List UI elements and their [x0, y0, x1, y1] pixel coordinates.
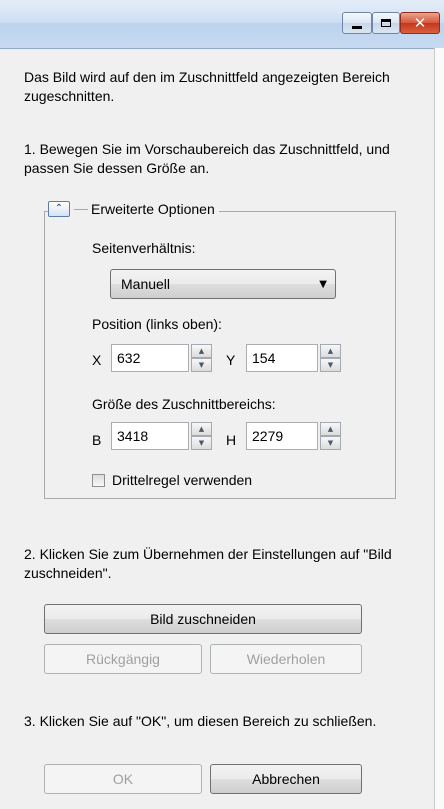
- spin-up-icon[interactable]: ▲: [320, 422, 341, 436]
- collapse-icon[interactable]: ⌃: [48, 201, 70, 217]
- spin-down-icon[interactable]: ▼: [191, 436, 212, 450]
- size-label: Größe des Zuschnittbereichs:: [92, 396, 276, 412]
- advanced-options-title: Erweiterte Optionen: [91, 201, 215, 217]
- width-spinner[interactable]: ▲ ▼: [191, 422, 212, 450]
- width-input[interactable]: 3418: [111, 422, 189, 450]
- step2-text: 2. Klicken Sie zum Übernehmen der Einste…: [24, 546, 392, 581]
- chevron-down-icon: ▼: [319, 279, 327, 290]
- width-label: B: [92, 432, 102, 448]
- x-input[interactable]: 632: [111, 344, 189, 372]
- crop-button[interactable]: Bild zuschneiden: [44, 604, 362, 634]
- close-icon: ✕: [413, 13, 427, 32]
- minimize-button[interactable]: [342, 12, 372, 34]
- step1-text: 1. Bewegen Sie im Vorschaubereich das Zu…: [24, 141, 390, 176]
- cancel-button[interactable]: Abbrechen: [210, 764, 362, 794]
- legend-divider: [74, 208, 88, 210]
- maximize-button[interactable]: [372, 12, 400, 34]
- position-label: Position (links oben):: [92, 316, 222, 332]
- spin-up-icon[interactable]: ▲: [191, 422, 212, 436]
- y-label: Y: [226, 352, 236, 368]
- undo-button[interactable]: Rückgängig: [44, 644, 202, 674]
- minimize-icon: [352, 25, 362, 29]
- y-spinner[interactable]: ▲ ▼: [320, 344, 341, 372]
- maximize-icon: [381, 19, 391, 27]
- x-label: X: [92, 352, 102, 368]
- close-button[interactable]: ✕: [400, 12, 440, 34]
- redo-button[interactable]: Wiederholen: [210, 644, 362, 674]
- height-input[interactable]: 2279: [246, 422, 318, 450]
- spin-down-icon[interactable]: ▼: [320, 436, 341, 450]
- spin-up-icon[interactable]: ▲: [320, 344, 341, 358]
- spin-down-icon[interactable]: ▼: [191, 358, 212, 372]
- x-spinner[interactable]: ▲ ▼: [191, 344, 212, 372]
- aspect-ratio-value: Manuell: [121, 276, 171, 292]
- height-spinner[interactable]: ▲ ▼: [320, 422, 341, 450]
- thirds-checkbox[interactable]: [92, 474, 105, 487]
- intro-text: Das Bild wird auf den im Zuschnittfeld a…: [24, 69, 390, 104]
- aspect-ratio-label: Seitenverhältnis:: [92, 240, 196, 256]
- thirds-label[interactable]: Drittelregel verwenden: [112, 472, 252, 488]
- step3-text: 3. Klicken Sie auf "OK", um diesen Berei…: [24, 713, 377, 729]
- spin-up-icon[interactable]: ▲: [191, 344, 212, 358]
- aspect-ratio-select[interactable]: Manuell ▼: [110, 269, 336, 299]
- height-label: H: [226, 432, 237, 448]
- ok-button[interactable]: OK: [44, 764, 202, 794]
- spin-down-icon[interactable]: ▼: [320, 358, 341, 372]
- title-bar: ✕: [0, 0, 444, 49]
- panel-right-edge: [434, 48, 444, 809]
- y-input[interactable]: 154: [246, 344, 318, 372]
- advanced-options-header: ⌃ Erweiterte Optionen: [48, 201, 219, 217]
